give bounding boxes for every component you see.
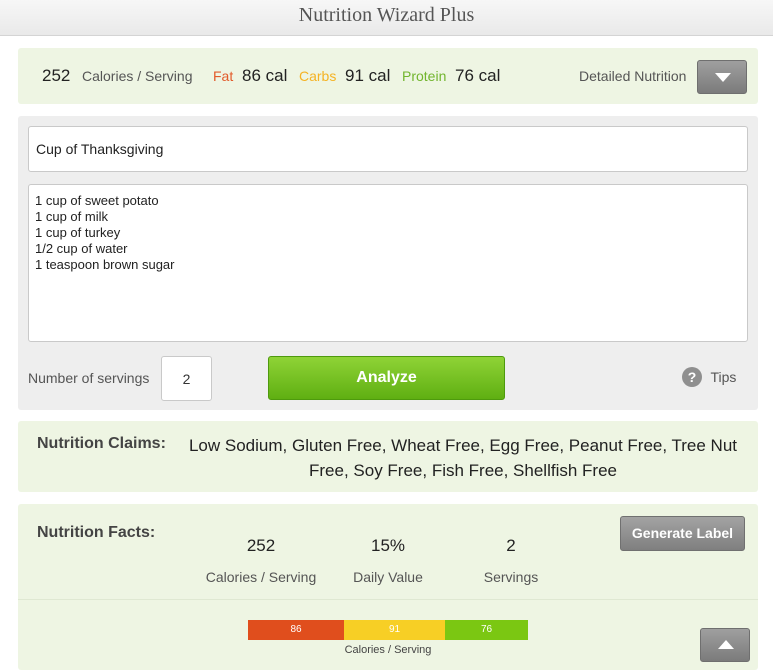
ingredient-line: 1 cup of milk [35,209,108,224]
tips-label: Tips [710,369,737,385]
help-icon: ? [682,367,702,387]
facts-calories-value: 252 [246,536,276,555]
protein-segment: 76 [445,620,528,640]
detailed-nutrition-toggle-button[interactable] [697,60,747,94]
facts-daily-value: 15% [370,536,406,555]
nutrition-facts-summary: Nutrition Facts: 252 Calories / Serving … [18,504,758,600]
nutrition-facts-label: Nutrition Facts: [37,524,156,541]
ingredient-line: 1 cup of turkey [35,225,121,240]
summary-fat-label: Fat [213,68,234,84]
facts-calories-label: Calories / Serving [205,569,317,585]
nutrition-claims-label: Nutrition Claims: [37,435,166,452]
app-title: Nutrition Wizard Plus [298,4,475,26]
fat-segment: 86 [248,620,344,640]
facts-servings-stat: 2 Servings [446,504,576,585]
ingredients-textarea[interactable]: 1 cup of sweet potato 1 cup of milk 1 cu… [28,184,748,342]
recipe-name-input[interactable] [28,126,748,172]
facts-servings-label: Servings [483,569,539,585]
ingredient-line: 1/2 cup of water [35,241,128,256]
ingredient-line: 1 cup of sweet potato [35,193,159,208]
analyze-button[interactable]: Analyze [268,356,505,400]
facts-daily-label: Daily Value [353,569,423,585]
chevron-up-icon [718,640,734,649]
facts-servings-value: 2 [506,536,516,555]
facts-daily-value-stat: 15% Daily Value [323,504,453,585]
tips-link[interactable]: ? Tips [682,367,736,389]
calorie-breakdown-bar: 86 91 76 [248,620,528,640]
summary-protein-label: Protein [402,68,447,84]
nutrition-facts-panel: Nutrition Facts: 252 Calories / Serving … [18,504,758,670]
summary-calories-label: Calories / Serving [82,68,193,84]
summary-fat-value: 86 cal [242,66,288,85]
calorie-bar-caption: Calories / Serving [344,644,432,656]
nutrition-claims-panel: Nutrition Claims: Low Sodium, Gluten Fre… [18,421,758,492]
summary-carbs-value: 91 cal [345,66,391,85]
facts-calories-stat: 252 Calories / Serving [196,504,326,585]
summary-protein-value: 76 cal [455,66,501,85]
carbs-segment: 91 [344,620,445,640]
summary-carbs-label: Carbs [299,68,337,84]
ingredient-line: 1 teaspoon brown sugar [35,257,175,272]
generate-label-button[interactable]: Generate Label [620,516,745,551]
collapse-facts-button[interactable] [700,628,750,662]
servings-input[interactable] [161,356,212,401]
chevron-down-icon [715,73,731,82]
nutrition-summary: 252 Calories / Serving Fat 86 cal Carbs … [18,48,758,104]
summary-calories-value: 252 [42,66,71,85]
nutrition-claims-text: Low Sodium, Gluten Free, Wheat Free, Egg… [188,436,738,480]
title-bar: Nutrition Wizard Plus [0,0,773,36]
recipe-input-panel: 1 cup of sweet potato 1 cup of milk 1 cu… [18,116,758,410]
servings-label: Number of servings [28,370,150,386]
detailed-nutrition-label[interactable]: Detailed Nutrition [579,48,686,104]
